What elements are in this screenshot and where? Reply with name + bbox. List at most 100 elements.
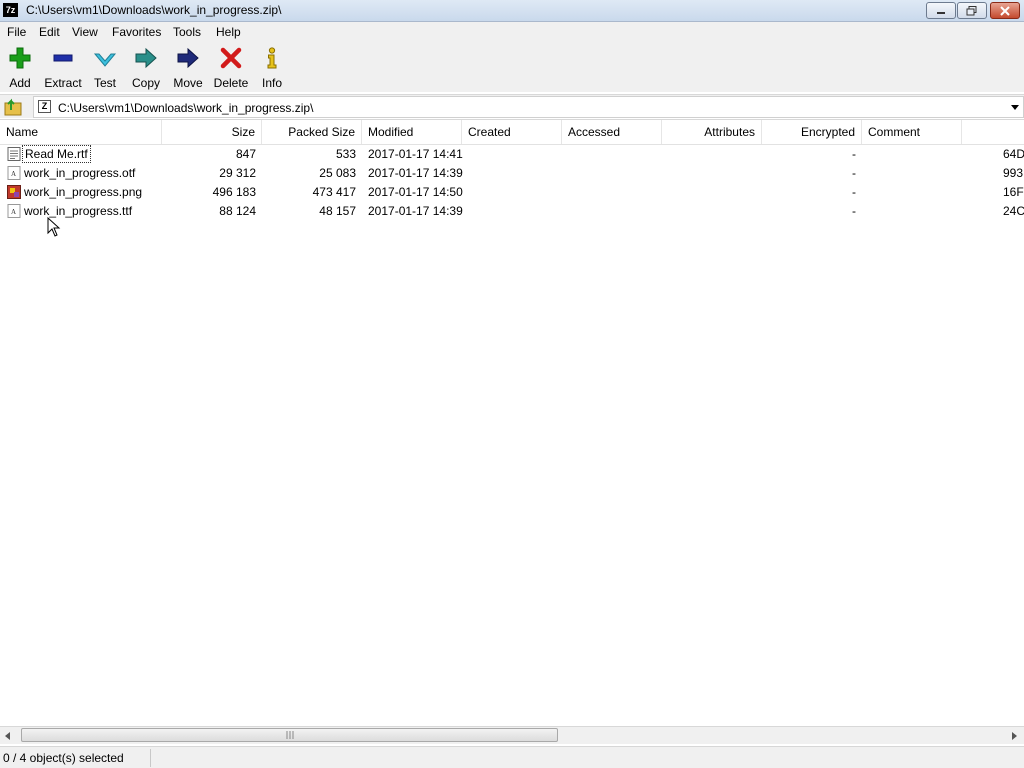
menu-help[interactable]: Help xyxy=(216,25,241,39)
minimize-icon xyxy=(937,11,945,14)
file-name: work_in_progress.png xyxy=(24,185,143,199)
move-button[interactable]: Move xyxy=(172,46,204,90)
delete-x-icon xyxy=(220,47,242,69)
column-name[interactable]: Name xyxy=(0,120,162,144)
test-label: Test xyxy=(93,76,116,90)
font-file-icon: A xyxy=(7,166,21,180)
file-packed-size: 533 xyxy=(335,147,356,161)
file-list: Name Size Packed Size Modified Created A… xyxy=(0,119,1024,727)
menu-file[interactable]: File xyxy=(7,25,26,39)
column-encrypted[interactable]: Encrypted xyxy=(762,120,862,144)
file-name: Read Me.rtf xyxy=(22,145,91,163)
address-path: C:\Users\vm1\Downloads\work_in_progress.… xyxy=(58,101,314,115)
file-size: 29 312 xyxy=(219,166,256,180)
copy-button[interactable]: Copy xyxy=(131,46,161,90)
column-header-row: Name Size Packed Size Modified Created A… xyxy=(0,120,1024,145)
table-row[interactable]: Read Me.rtf 847 533 2017-01-17 14:41 - 6… xyxy=(0,145,1024,164)
file-encrypted: - xyxy=(852,166,856,180)
menu-view[interactable]: View xyxy=(72,25,98,39)
menu-bar: File Edit View Favorites Tools Help xyxy=(0,22,1024,42)
file-modified: 2017-01-17 14:39 xyxy=(368,204,463,218)
app-logo-icon: 7z xyxy=(3,3,18,17)
file-modified: 2017-01-17 14:41 xyxy=(368,147,463,161)
info-button[interactable]: Info xyxy=(260,46,284,90)
column-created[interactable]: Created xyxy=(462,120,562,144)
menu-edit[interactable]: Edit xyxy=(39,25,60,39)
menu-tools[interactable]: Tools xyxy=(173,25,201,39)
column-comment[interactable]: Comment xyxy=(862,120,962,144)
mouse-pointer-icon xyxy=(47,216,61,240)
column-packed-size[interactable]: Packed Size xyxy=(262,120,362,144)
minimize-button[interactable] xyxy=(926,2,956,19)
add-label: Add xyxy=(9,76,31,90)
rtf-document-icon xyxy=(7,147,21,161)
close-icon xyxy=(1000,5,1010,16)
zip-archive-icon: Z xyxy=(38,100,51,113)
copy-label: Copy xyxy=(131,76,160,90)
file-name: work_in_progress.otf xyxy=(24,166,136,180)
move-label: Move xyxy=(173,76,203,90)
file-packed-size: 48 157 xyxy=(319,204,356,218)
file-crc: 16F xyxy=(1003,185,1024,199)
address-bar: Z C:\Users\vm1\Downloads\work_in_progres… xyxy=(0,94,1024,118)
font-file-icon: A xyxy=(7,204,21,218)
extract-label: Extract xyxy=(44,76,82,90)
test-button[interactable]: Test xyxy=(92,46,118,90)
svg-text:A: A xyxy=(11,170,16,178)
plus-icon xyxy=(9,47,31,69)
extract-button[interactable]: Extract xyxy=(44,46,82,90)
file-packed-size: 473 417 xyxy=(312,185,356,199)
table-row[interactable]: work_in_progress.png 496 183 473 417 201… xyxy=(0,183,1024,202)
scroll-left-icon[interactable] xyxy=(5,732,10,740)
status-divider xyxy=(150,749,151,767)
minus-icon xyxy=(53,54,73,62)
add-button[interactable]: Add xyxy=(8,46,32,90)
copy-arrow-icon xyxy=(135,47,157,69)
file-modified: 2017-01-17 14:39 xyxy=(368,166,463,180)
table-row[interactable]: A work_in_progress.ttf 88 124 48 157 201… xyxy=(0,202,1024,221)
address-input[interactable]: Z C:\Users\vm1\Downloads\work_in_progres… xyxy=(33,96,1024,118)
table-row[interactable]: A work_in_progress.otf 29 312 25 083 201… xyxy=(0,164,1024,183)
toolbar: Add Extract Test Copy Move Delete Info xyxy=(0,42,1024,92)
scrollbar-thumb[interactable] xyxy=(21,728,558,742)
column-size[interactable]: Size xyxy=(162,120,262,144)
status-bar: 0 / 4 object(s) selected xyxy=(0,746,1024,768)
column-modified[interactable]: Modified xyxy=(362,120,462,144)
restore-icon xyxy=(966,5,977,15)
selection-status: 0 / 4 object(s) selected xyxy=(3,751,124,765)
menu-favorites[interactable]: Favorites xyxy=(112,25,161,39)
window-title: C:\Users\vm1\Downloads\work_in_progress.… xyxy=(26,3,282,17)
file-encrypted: - xyxy=(852,185,856,199)
grip-icon xyxy=(286,731,294,739)
file-crc: 24C xyxy=(1003,204,1024,218)
file-size: 847 xyxy=(235,147,256,161)
delete-label: Delete xyxy=(213,76,249,90)
file-modified: 2017-01-17 14:50 xyxy=(368,185,463,199)
svg-text:A: A xyxy=(11,208,16,216)
folder-up-icon xyxy=(4,98,22,116)
check-icon xyxy=(93,53,117,67)
file-crc: 64D xyxy=(1003,147,1024,161)
file-size: 496 183 xyxy=(212,185,256,199)
image-file-icon xyxy=(7,185,21,199)
close-button[interactable] xyxy=(990,2,1020,19)
maximize-button[interactable] xyxy=(957,2,987,19)
column-accessed[interactable]: Accessed xyxy=(562,120,662,144)
chevron-down-icon[interactable] xyxy=(1011,105,1019,110)
title-bar: 7z C:\Users\vm1\Downloads\work_in_progre… xyxy=(0,0,1024,22)
file-encrypted: - xyxy=(852,147,856,161)
file-crc: 993 xyxy=(1003,166,1024,180)
scroll-right-icon[interactable] xyxy=(1012,732,1017,740)
info-label: Info xyxy=(261,76,282,90)
horizontal-scrollbar[interactable] xyxy=(0,727,1024,744)
file-encrypted: - xyxy=(852,204,856,218)
delete-button[interactable]: Delete xyxy=(213,46,249,90)
folder-up-button[interactable] xyxy=(3,97,25,117)
file-name: work_in_progress.ttf xyxy=(24,204,133,218)
move-arrow-icon xyxy=(177,47,199,69)
column-crc[interactable] xyxy=(962,120,1024,144)
info-icon xyxy=(267,47,277,69)
file-size: 88 124 xyxy=(219,204,256,218)
column-attributes[interactable]: Attributes xyxy=(662,120,762,144)
file-packed-size: 25 083 xyxy=(319,166,356,180)
